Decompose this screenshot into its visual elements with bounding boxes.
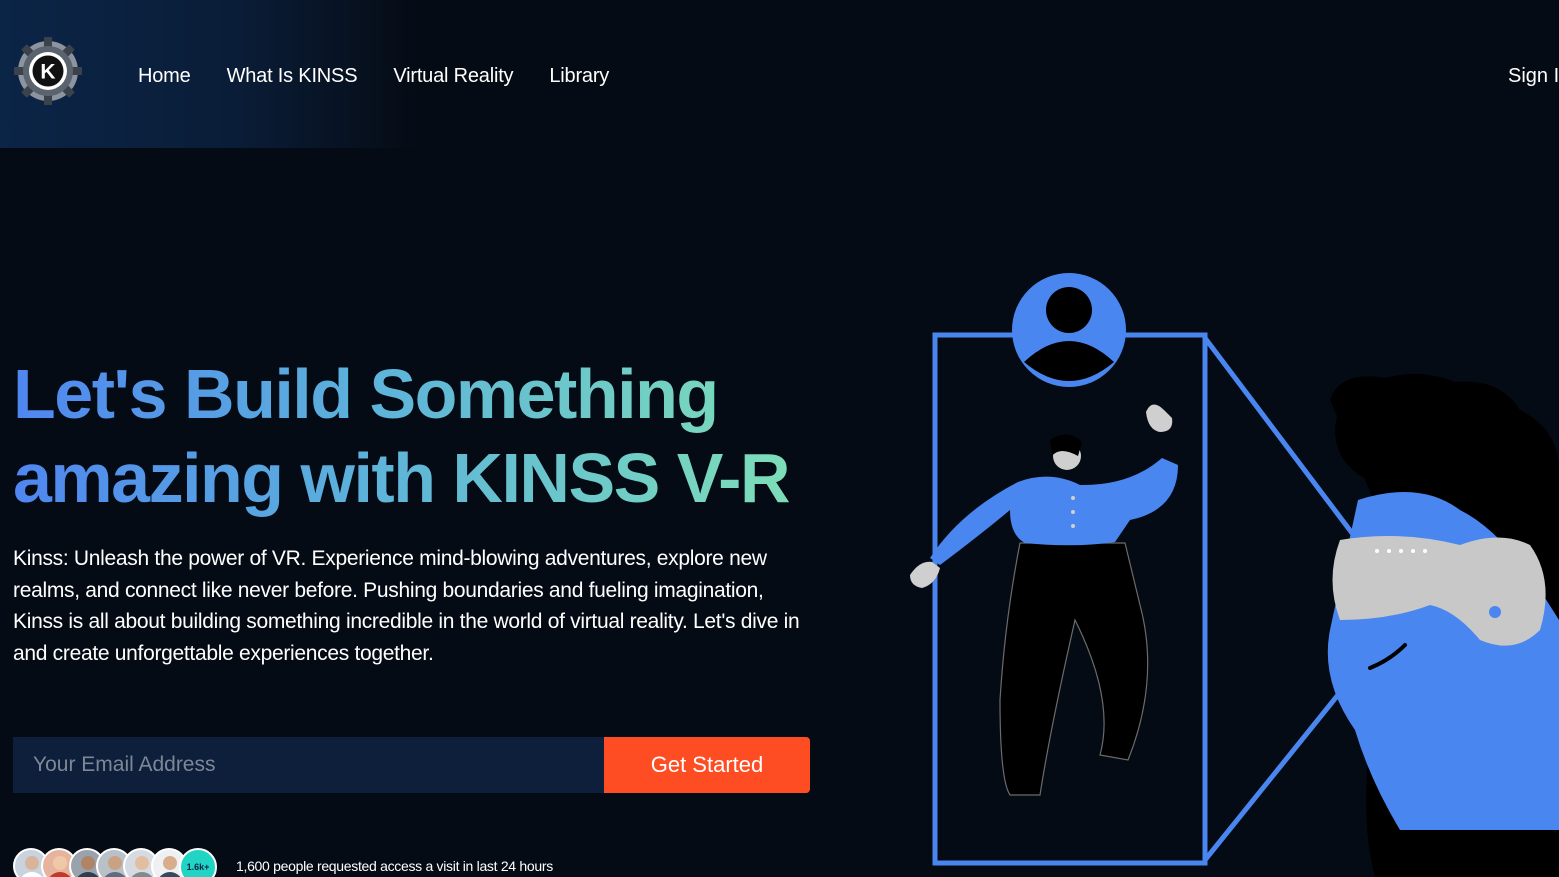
sign-in-link[interactable]: Sign I	[1508, 62, 1559, 90]
vr-user-illustration	[910, 273, 1559, 877]
email-input[interactable]	[13, 737, 604, 793]
get-started-button[interactable]: Get Started	[604, 737, 810, 793]
vr-headset-person	[1327, 373, 1559, 877]
nav-home-link[interactable]: Home	[138, 62, 191, 90]
request-count-badge: 1.6k+	[179, 848, 217, 877]
logo-letter: K	[40, 61, 55, 84]
gear-k-logo-icon[interactable]: K	[13, 36, 83, 106]
floating-person-figure	[910, 404, 1178, 796]
hero-title-line-1: Let's Build Something	[13, 355, 718, 433]
nav-what-is-kinss-link[interactable]: What Is KINSS	[227, 62, 358, 90]
nav-virtual-reality-link[interactable]: Virtual Reality	[393, 62, 513, 90]
nav-library-link[interactable]: Library	[549, 62, 609, 90]
main-nav: Home What Is KINSS Virtual Reality Libra…	[138, 62, 645, 90]
signup-form: Get Started	[13, 737, 810, 793]
hero-title-line-2: amazing with KINSS V-R	[13, 439, 789, 517]
requests-text: 1,600 people requested access a visit in…	[236, 858, 553, 874]
hero-title: Let's Build Something amazing with KINSS…	[13, 352, 813, 520]
landing-page: K Home What Is KINSS Virtual Reality Lib…	[0, 0, 1559, 877]
hero-description: Kinss: Unleash the power of VR. Experien…	[13, 547, 800, 665]
